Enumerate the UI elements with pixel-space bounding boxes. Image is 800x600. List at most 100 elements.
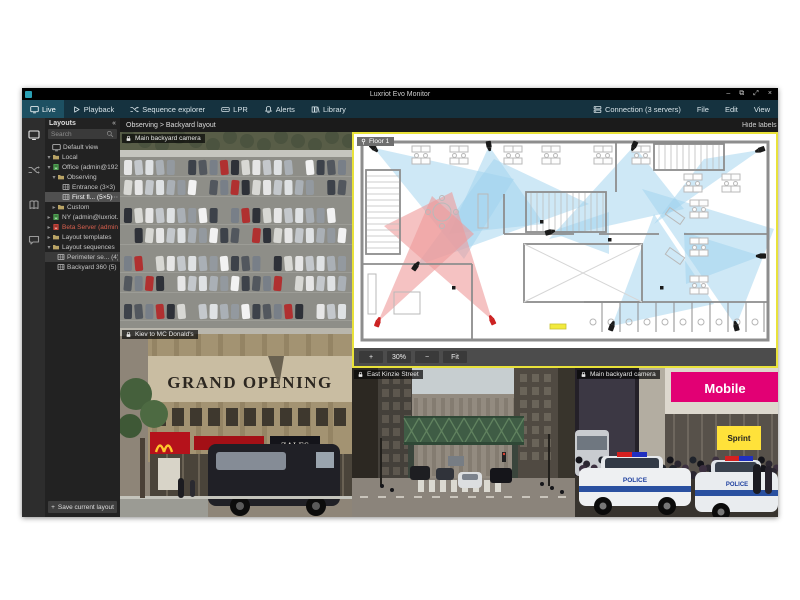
tree-item-layout-templates[interactable]: ▸Layout templates bbox=[45, 232, 120, 242]
save-current-layout-button[interactable]: + Save current layout bbox=[48, 501, 117, 513]
floorplan-tile-selected[interactable]: Floor 1 + 30% − Fit bbox=[352, 132, 778, 368]
tree-item-label: Local bbox=[62, 154, 78, 161]
tree-item-default-view[interactable]: Default view bbox=[45, 142, 120, 152]
camera-label: Kiev to MC Donald's bbox=[122, 330, 198, 339]
tree-item-backyard-360-5[interactable]: Backyard 360 (5) bbox=[45, 262, 120, 272]
menu-item-label: Connection (3 servers) bbox=[605, 105, 681, 114]
zoom-out-button[interactable]: − bbox=[415, 351, 439, 363]
menu-tab-playback[interactable]: Playback bbox=[64, 100, 122, 118]
menu-right: Connection (3 servers) File Edit View bbox=[585, 100, 778, 118]
folder-icon bbox=[57, 203, 65, 211]
menu-item-label: View bbox=[754, 105, 770, 114]
street-video bbox=[352, 368, 575, 517]
camera-label: East Kinzie Street bbox=[354, 370, 423, 379]
app-icon bbox=[25, 91, 32, 98]
tree-item-first-fl-5-5[interactable]: First fl... (5×5)⋯ bbox=[45, 192, 120, 202]
desktop: Luxriot Evo Monitor –⧉⤢× LivePlaybackSeq… bbox=[0, 0, 800, 600]
folder-icon bbox=[52, 233, 60, 241]
collapse-panel-icon[interactable]: « bbox=[112, 120, 116, 127]
tree-item-label: Backyard 360 (5) bbox=[67, 264, 117, 271]
menu-tab-sequence-explorer[interactable]: Sequence explorer bbox=[122, 100, 213, 118]
menu-tab-library[interactable]: Library bbox=[303, 100, 354, 118]
layouts-tree: Default view▾Local▾Office (admin@192.168… bbox=[45, 142, 120, 517]
monitor-icon bbox=[52, 143, 61, 152]
search-input[interactable]: Search bbox=[48, 129, 117, 139]
tree-item-label: Custom bbox=[67, 204, 89, 211]
shuffle-icon bbox=[130, 105, 139, 114]
more-options-icon[interactable]: ⋯ bbox=[112, 193, 119, 201]
restore-button[interactable]: ⧉ bbox=[739, 88, 744, 100]
camera-tile-main-backyard[interactable]: Main backyard camera bbox=[120, 132, 352, 328]
library-icon bbox=[311, 105, 320, 114]
search-icon bbox=[106, 130, 114, 138]
bookmarks-panel-icon[interactable] bbox=[28, 198, 40, 216]
camera-tile-police-street[interactable]: Main backyard camera MobileSprintPOLICEP… bbox=[575, 368, 778, 517]
window-controls: –⧉ ⤢ × bbox=[726, 88, 778, 100]
tree-item-label: First fl... (5×5) bbox=[72, 194, 112, 201]
camera-label: Main backyard camera bbox=[122, 134, 205, 143]
close-button[interactable]: × bbox=[768, 88, 772, 100]
floor-tab-label: Floor 1 bbox=[369, 138, 389, 145]
sequences-panel-icon[interactable] bbox=[28, 163, 40, 181]
camera-label-text: Main backyard camera bbox=[135, 135, 201, 142]
camera-label: Main backyard camera bbox=[577, 370, 660, 379]
menu-item-edit[interactable]: Edit bbox=[717, 100, 746, 118]
tree-item-perimeter-se-4[interactable]: Perimeter se... (4) bbox=[45, 252, 120, 262]
tree-item-label: Beta Server (admin@l...) bbox=[62, 224, 118, 231]
breadcrumb[interactable]: Observing > Backyard layout bbox=[126, 122, 216, 129]
menu-tab-live[interactable]: Live bbox=[22, 100, 64, 118]
tree-item-label: NY (admin@luxriot.com) bbox=[62, 214, 118, 221]
layouts-panel-icon[interactable] bbox=[28, 128, 40, 146]
tree-item-custom[interactable]: ▸Custom bbox=[45, 202, 120, 212]
menu-item-view[interactable]: View bbox=[746, 100, 778, 118]
tree-item-office-admin-192-168-1-5[interactable]: ▾Office (admin@192.168.1.5) bbox=[45, 162, 120, 172]
menu-tab-label: Live bbox=[42, 105, 56, 114]
police-street-video: MobileSprintPOLICEPOLICE bbox=[575, 368, 778, 517]
camera-tile-kinzie-street[interactable]: East Kinzie Street bbox=[352, 368, 575, 517]
layouts-panel: Layouts « Search Default view▾Local▾Offi… bbox=[45, 118, 120, 517]
minimize-button[interactable]: – bbox=[726, 88, 730, 100]
tree-item-label: Perimeter se... (4) bbox=[67, 254, 118, 261]
menu-item-file[interactable]: File bbox=[689, 100, 717, 118]
menu-tab-label: LPR bbox=[233, 105, 248, 114]
plus-icon: + bbox=[51, 504, 55, 511]
folder-icon bbox=[52, 243, 60, 251]
camera-label-text: East Kinzie Street bbox=[367, 371, 419, 378]
tree-item-local[interactable]: ▾Local bbox=[45, 152, 120, 162]
mcdonalds-video: GRAND OPENINGMcDonald'sZALES bbox=[120, 328, 352, 517]
search-placeholder: Search bbox=[51, 131, 72, 138]
tree-item-beta-server-admin-l[interactable]: ▸Beta Server (admin@l...) bbox=[45, 222, 120, 232]
menu-tab-alerts[interactable]: Alerts bbox=[256, 100, 303, 118]
zoom-in-button[interactable]: + bbox=[359, 351, 383, 363]
menu-item-label: Edit bbox=[725, 105, 738, 114]
svg-text:Sprint: Sprint bbox=[727, 434, 750, 443]
messages-panel-icon[interactable] bbox=[28, 233, 40, 251]
tree-item-layout-sequences[interactable]: ▾Layout sequences bbox=[45, 242, 120, 252]
menu-tab-label: Alerts bbox=[276, 105, 295, 114]
tree-item-label: Default view bbox=[63, 144, 98, 151]
svg-text:POLICE: POLICE bbox=[623, 477, 648, 484]
tree-item-observing[interactable]: ▾Observing bbox=[45, 172, 120, 182]
plate-icon bbox=[221, 105, 230, 114]
lock-icon bbox=[125, 331, 132, 338]
tree-item-label: Layout templates bbox=[62, 234, 112, 241]
tree-item-entrance-3-3[interactable]: Entrance (3×3) bbox=[45, 182, 120, 192]
folder-icon bbox=[57, 173, 65, 181]
camera-tile-mcdonalds[interactable]: Kiev to MC Donald's GRAND OPENINGMcDonal… bbox=[120, 328, 352, 517]
tree-item-ny-admin-luxriot-com[interactable]: ▸NY (admin@luxriot.com) bbox=[45, 212, 120, 222]
svg-text:GRAND OPENING: GRAND OPENING bbox=[167, 373, 332, 392]
layout-grid: Main backyard camera Kiev to MC Donald's… bbox=[120, 132, 778, 517]
hide-labels-toggle[interactable]: Hide labels bbox=[742, 122, 778, 129]
menu-item-connection-3-servers[interactable]: Connection (3 servers) bbox=[585, 100, 689, 118]
fit-button[interactable]: Fit bbox=[443, 351, 467, 363]
fullscreen-button[interactable]: ⤢ bbox=[753, 88, 759, 100]
server-green-icon bbox=[52, 163, 60, 171]
play-icon bbox=[72, 105, 81, 114]
menu-tabs: Live PlaybackSequence explorer LPR Alerts Li… bbox=[22, 100, 354, 118]
window-body: Layouts « Search Default view▾Local▾Offi… bbox=[22, 118, 778, 517]
menu-tab-lpr[interactable]: LPR bbox=[213, 100, 256, 118]
floor-tab[interactable]: Floor 1 bbox=[357, 137, 394, 146]
floorplan-image bbox=[354, 134, 776, 348]
grid-icon bbox=[62, 183, 70, 191]
menu-tab-label: Library bbox=[323, 105, 346, 114]
